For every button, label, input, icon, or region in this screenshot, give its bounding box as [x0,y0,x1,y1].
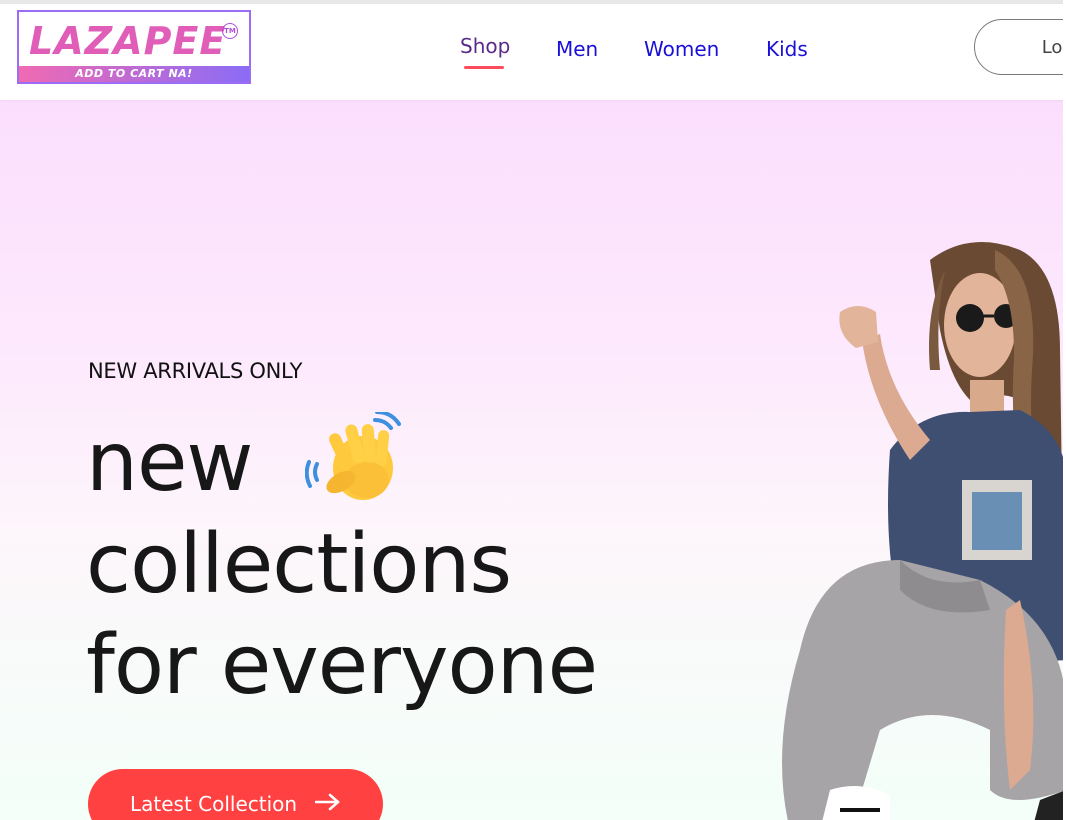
active-nav-underline [464,66,504,69]
nav-item-label: Women [644,37,720,61]
nav-item-label: Shop [460,34,511,58]
hero-section: NEW ARRIVALS ONLY new collections for ev… [0,100,1066,820]
login-button[interactable]: Login [974,19,1066,75]
brand-name: LAZAPEE [29,19,227,63]
hero-headline-line2: collections [86,517,512,612]
hero-model-image [782,242,1066,820]
nav-item-kids[interactable]: Kids [766,37,808,61]
nav-item-label: Men [556,37,599,61]
arrow-right-icon [315,793,340,811]
brand-logo[interactable]: LAZAPEE TM ADD TO CART NA! [17,10,251,84]
hero-headline-line1: new [86,415,253,510]
hero-eyebrow: NEW ARRIVALS ONLY [88,359,303,383]
brand-tagline: ADD TO CART NA! [19,66,249,82]
nav-item-label: Kids [766,37,808,61]
hero-headline-line3: for everyone [86,618,598,713]
trademark-badge: TM [222,23,238,39]
nav-item-women[interactable]: Women [644,37,719,61]
nav-item-shop[interactable]: Shop [460,34,511,69]
waving-hand-icon [305,412,401,500]
latest-collection-button[interactable]: Latest Collection [88,769,383,820]
nav-item-men[interactable]: Men [556,37,598,61]
navbar: LAZAPEE TM ADD TO CART NA! Shop Men Wome… [0,4,1066,100]
cta-label: Latest Collection [130,792,298,816]
